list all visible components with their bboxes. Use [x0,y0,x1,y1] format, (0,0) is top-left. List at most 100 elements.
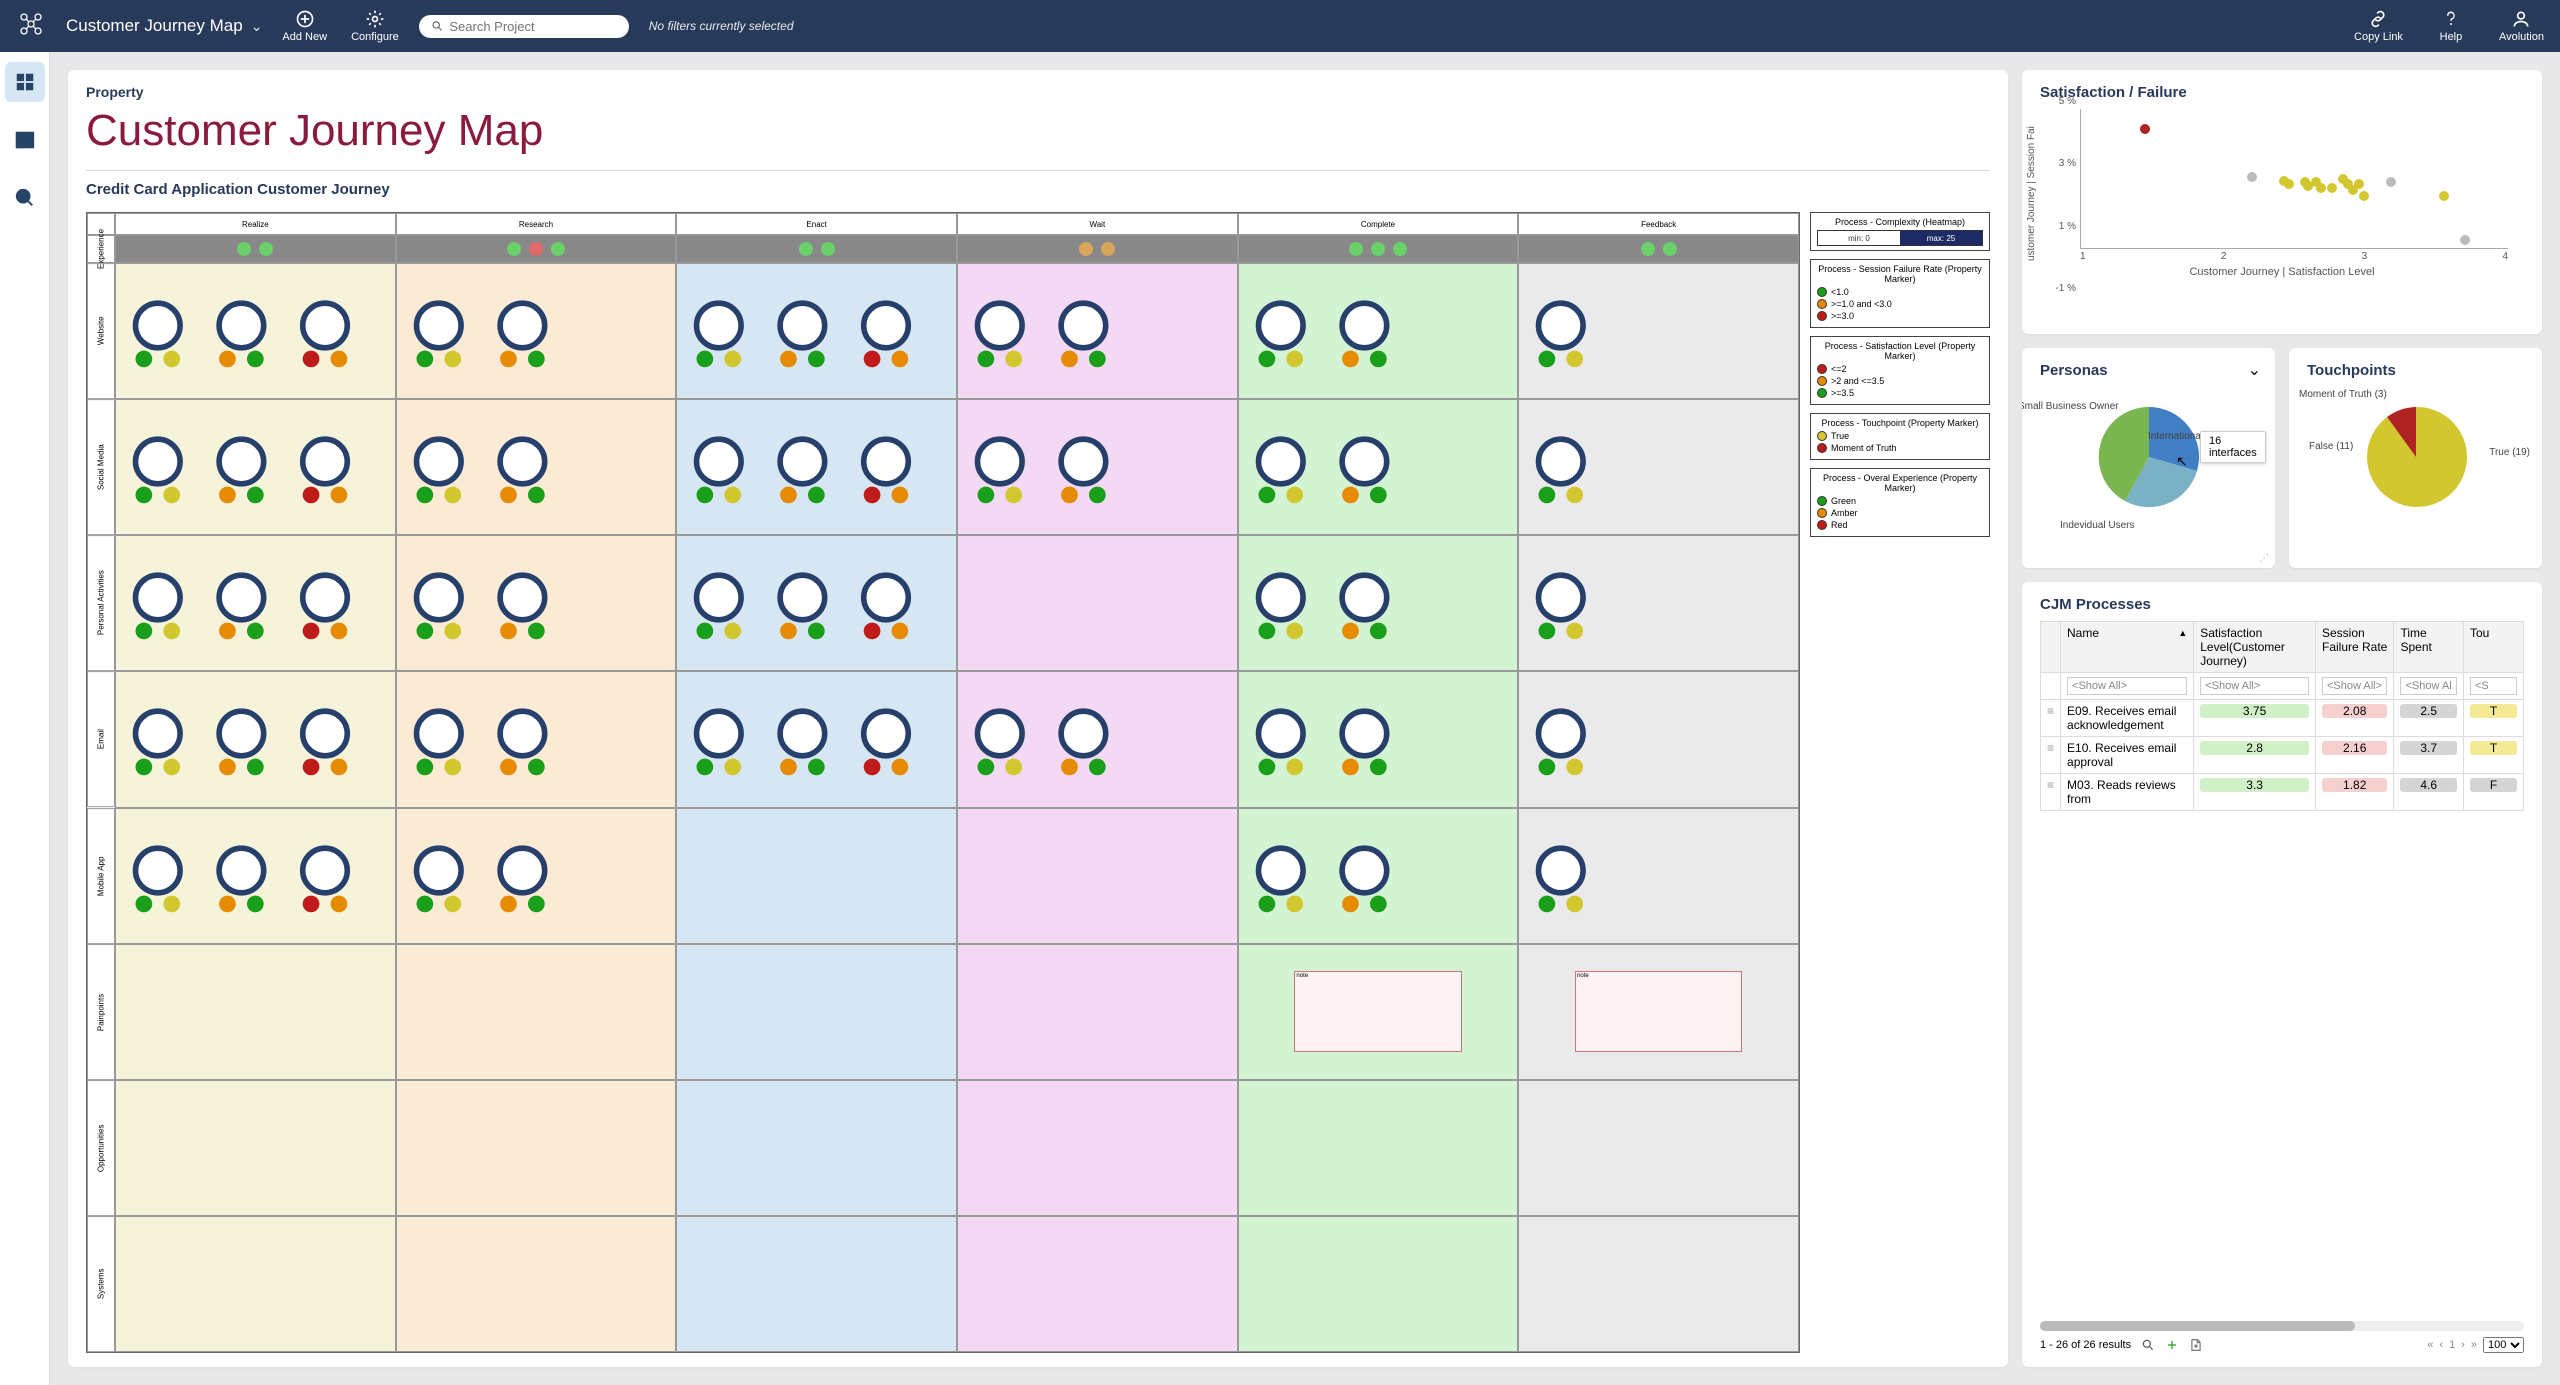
scatter-plot[interactable] [2080,109,2508,249]
add-new-button[interactable]: Add New [282,9,327,43]
page-size-select[interactable]: 100 [2483,1337,2524,1353]
scatter-point[interactable] [2140,124,2150,134]
configure-button[interactable]: Configure [351,9,399,43]
table-add-icon[interactable] [2165,1338,2179,1352]
pager-next[interactable]: › [2461,1339,2465,1351]
table-header[interactable]: Time Spent [2394,622,2464,673]
help-button[interactable]: Help [2431,9,2471,43]
table-header[interactable]: Session Failure Rate [2315,622,2393,673]
row-handle-icon[interactable]: ≡ [2041,700,2061,737]
matrix-cell[interactable]: note [1518,944,1799,1080]
pager-first[interactable]: « [2427,1339,2433,1351]
matrix-cell[interactable] [396,671,677,807]
pager-last[interactable]: » [2471,1339,2477,1351]
scatter-point[interactable] [2359,191,2369,201]
search-input[interactable] [449,19,616,34]
matrix-cell[interactable] [957,671,1238,807]
matrix-cell[interactable] [396,1216,677,1352]
scatter-point[interactable] [2354,179,2364,189]
matrix-cell[interactable] [1518,808,1799,944]
matrix-cell[interactable] [396,263,677,399]
table-row[interactable]: ≡ E09. Receives email acknowledgement 3.… [2041,700,2524,737]
matrix-cell[interactable] [957,263,1238,399]
matrix-cell[interactable] [115,263,396,399]
matrix-cell[interactable] [957,1216,1238,1352]
matrix-cell[interactable] [1238,808,1519,944]
sidebar-item-panel[interactable] [5,120,45,160]
matrix-cell[interactable] [676,535,957,671]
sidebar-item-analysis[interactable] [5,178,45,218]
matrix-cell[interactable] [676,1080,957,1216]
column-filter-input[interactable] [2067,677,2187,695]
matrix-cell[interactable] [957,944,1238,1080]
matrix-cell[interactable] [396,944,677,1080]
matrix-cell[interactable] [115,808,396,944]
user-menu-button[interactable]: Avolution [2499,9,2544,43]
journey-matrix[interactable]: RealizeResearchEnactWaitCompleteFeedback… [86,212,1800,1353]
matrix-cell[interactable] [1238,1216,1519,1352]
table-header[interactable]: Satisfaction Level(Customer Journey) [2194,622,2316,673]
row-handle-icon[interactable]: ≡ [2041,774,2061,811]
matrix-cell[interactable] [1518,399,1799,535]
table-row[interactable]: ≡ M03. Reads reviews from 3.3 1.82 4.6 F [2041,774,2524,811]
matrix-cell[interactable] [1518,1080,1799,1216]
matrix-cell[interactable] [676,399,957,535]
row-handle-icon[interactable]: ≡ [2041,737,2061,774]
column-filter-input[interactable] [2400,677,2457,695]
scatter-point[interactable] [2460,235,2470,245]
scatter-point[interactable] [2439,191,2449,201]
matrix-cell[interactable]: note [1238,944,1519,1080]
table-row[interactable]: ≡ E10. Receives email approval 2.8 2.16 … [2041,737,2524,774]
matrix-cell[interactable] [115,671,396,807]
matrix-cell[interactable] [676,263,957,399]
table-horizontal-scrollbar[interactable] [2040,1321,2524,1331]
matrix-cell[interactable] [1238,1080,1519,1216]
matrix-cell[interactable] [676,1216,957,1352]
matrix-cell[interactable] [1238,399,1519,535]
matrix-cell[interactable] [957,399,1238,535]
scatter-point[interactable] [2327,183,2337,193]
touchpoints-pie[interactable]: Moment of Truth (3) True (19) False (11) [2307,387,2524,527]
sidebar-item-dashboard[interactable] [5,62,45,102]
search-input-wrap[interactable] [419,15,629,38]
scatter-point[interactable] [2386,177,2396,187]
project-title-dropdown[interactable]: Customer Journey Map ⌄ [66,16,262,36]
matrix-cell[interactable] [957,808,1238,944]
column-filter-input[interactable] [2322,677,2387,695]
scatter-point[interactable] [2316,183,2326,193]
column-filter-input[interactable] [2200,677,2309,695]
personas-pie[interactable]: Small Business Owner International Indev… [2040,387,2257,527]
scatter-point[interactable] [2247,172,2257,182]
table-header[interactable]: Tou [2463,622,2523,673]
matrix-cell[interactable] [396,808,677,944]
processes-table[interactable]: Name▲Satisfaction Level(Customer Journey… [2040,621,2524,811]
matrix-cell[interactable] [115,944,396,1080]
matrix-cell[interactable] [1518,671,1799,807]
matrix-cell[interactable] [676,671,957,807]
personas-expand-icon[interactable]: ⌄ [2248,360,2261,380]
matrix-cell[interactable] [396,399,677,535]
table-header[interactable]: Name▲ [2061,622,2194,673]
copy-link-button[interactable]: Copy Link [2354,9,2403,43]
matrix-cell[interactable] [1238,263,1519,399]
table-search-icon[interactable] [2141,1338,2155,1352]
matrix-cell[interactable] [1518,263,1799,399]
resize-handle-icon[interactable]: ⋰ [2259,553,2269,564]
matrix-cell[interactable] [1238,535,1519,671]
matrix-cell[interactable] [1238,671,1519,807]
matrix-cell[interactable] [676,808,957,944]
matrix-cell[interactable] [115,535,396,671]
table-export-icon[interactable] [2189,1338,2203,1352]
matrix-cell[interactable] [115,399,396,535]
scatter-point[interactable] [2284,179,2294,189]
matrix-cell[interactable] [957,535,1238,671]
matrix-cell[interactable] [1518,1216,1799,1352]
matrix-cell[interactable] [676,944,957,1080]
column-filter-input[interactable] [2470,677,2517,695]
pager-prev[interactable]: ‹ [2439,1339,2443,1351]
matrix-cell[interactable] [115,1216,396,1352]
matrix-cell[interactable] [396,1080,677,1216]
matrix-cell[interactable] [1518,535,1799,671]
matrix-cell[interactable] [396,535,677,671]
matrix-cell[interactable] [957,1080,1238,1216]
